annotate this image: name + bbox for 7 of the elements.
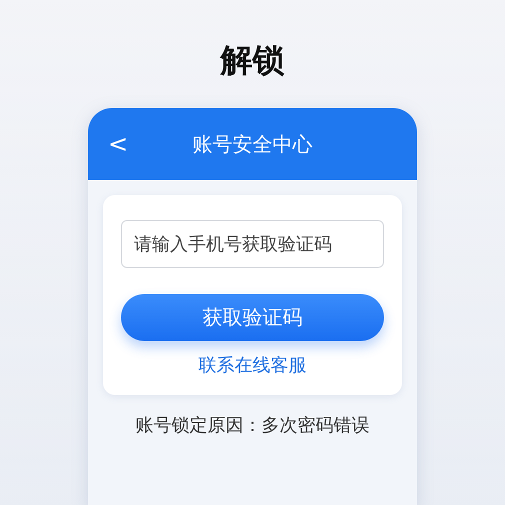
- lock-reason-text: 账号锁定原因：多次密码错误: [136, 414, 370, 437]
- header-title: 账号安全中心: [192, 130, 312, 158]
- page-title: 解锁: [220, 40, 284, 81]
- support-link[interactable]: 联系在线客服: [198, 353, 306, 379]
- back-button[interactable]: <: [104, 130, 132, 158]
- phone-input-field[interactable]: 请输入手机号获取验证码: [121, 220, 384, 268]
- get-code-button[interactable]: 获取验证码: [121, 294, 384, 341]
